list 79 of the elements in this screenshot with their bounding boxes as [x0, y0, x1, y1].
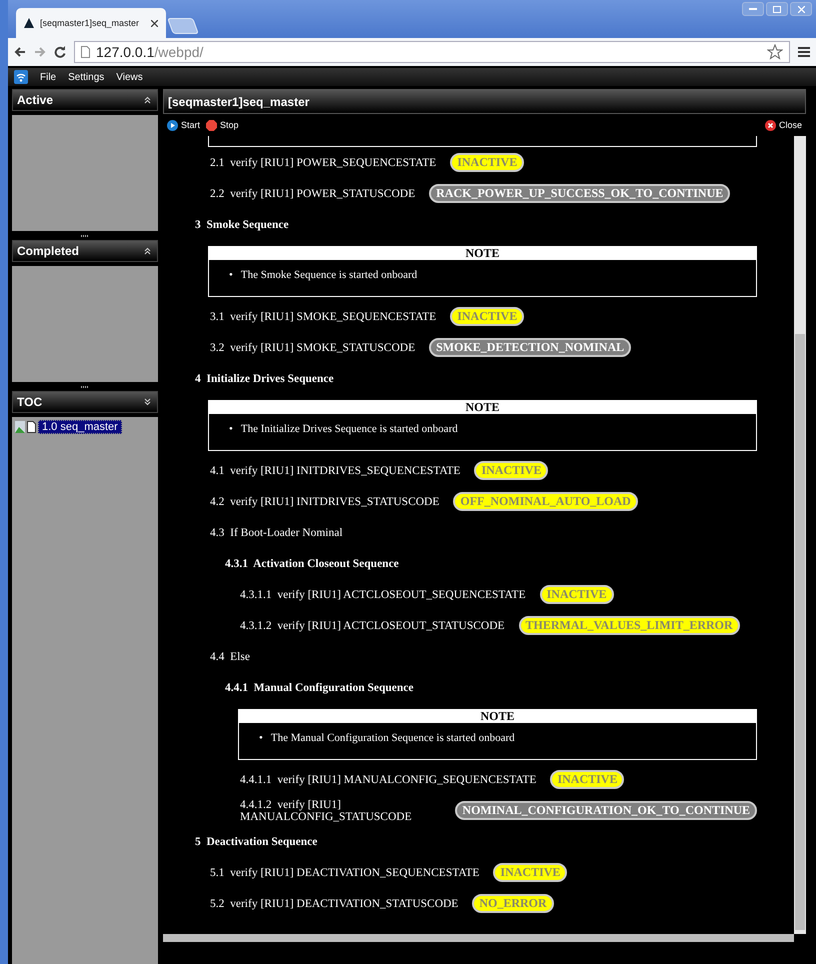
panel-title: [seqmaster1]seq_master [168, 94, 310, 108]
panel-title: TOC [17, 395, 42, 409]
maximize-icon [773, 6, 781, 12]
stop-button[interactable]: Stop [206, 120, 239, 130]
step-label: 4.4 Else [210, 650, 250, 662]
page-icon [81, 46, 90, 58]
section-heading: 5 Deactivation Sequence [195, 836, 318, 848]
play-icon [167, 120, 178, 130]
note-text: The Manual Configuration Sequence is started onboard [270, 731, 515, 745]
step-label: 5.2 verify [RIU1] DEACTIVATION_STATUSCODE [210, 898, 458, 910]
horizontal-scrollbar[interactable] [163, 934, 794, 942]
step-label: 4.4.1.2 verify [RIU1] MANUALCONFIG_STATUSCODE [240, 798, 413, 822]
chevron-up-icon[interactable] [144, 247, 151, 255]
step-label: 4.1 verify [RIU1] INITDRIVES_SEQUENCESTATE [210, 464, 460, 476]
status-badge: INACTIVE [474, 461, 548, 480]
panel-title: Completed [17, 244, 80, 258]
reload-icon[interactable] [54, 46, 66, 58]
step-label: 2.2 verify [RIU1] POWER_STATUSCODE [210, 188, 416, 200]
menu-icon[interactable] [798, 46, 810, 58]
note-text: The Smoke Sequence is started onboard [240, 268, 418, 282]
note-heading: NOTE [209, 401, 756, 414]
start-button[interactable]: Start [167, 120, 200, 130]
step-label: 4.4.1.1 verify [RIU1] MANUALCONFIG_SEQUENCESTATE [240, 774, 536, 786]
section-heading: 3 Smoke Sequence [195, 218, 289, 230]
status-badge: INACTIVE [540, 585, 614, 604]
close-icon [798, 6, 804, 12]
status-badge: INACTIVE [493, 863, 568, 882]
step-label: 3.2 verify [RIU1] SMOKE_STATUSCODE [210, 342, 416, 354]
browser-tab[interactable]: [seqmaster1]seq_master [16, 8, 166, 38]
menu-item[interactable]: File [40, 72, 56, 82]
bullet-marker: • [229, 422, 233, 436]
menu-item[interactable]: Views [116, 72, 143, 82]
close-button[interactable] [790, 2, 812, 16]
step-label: 3.1 verify [RIU1] SMOKE_SEQUENCESTATE [210, 310, 436, 322]
step-label: 4.3.1.2 verify [RIU1] ACTCLOSEOUT_STATUSCODE [240, 620, 505, 632]
chevron-down-icon[interactable] [144, 398, 151, 406]
close-icon [764, 120, 776, 130]
url-text: 127.0.0.1/webpd/ [96, 44, 204, 60]
triangle-icon [24, 18, 34, 28]
status-badge: THERMAL_VALUES_LIMIT_ERROR [518, 616, 740, 635]
status-badge: OFF_NOMINAL_AUTO_LOAD [453, 492, 638, 511]
step-label: 5.1 verify [RIU1] DEACTIVATION_SEQUENCESTATE [210, 866, 480, 878]
vertical-scrollbar[interactable] [794, 136, 806, 934]
stop-sign-icon [206, 120, 218, 130]
menu-item[interactable]: Settings [68, 72, 104, 82]
status-badge: NOMINAL_CONFIGURATION_OK_TO_CONTINUE [455, 801, 757, 820]
new-tab-button[interactable] [167, 18, 199, 34]
note-heading: NOTE [209, 247, 756, 260]
toc-item[interactable]: 1.0 seq_master [38, 420, 122, 434]
bullet-marker: • [229, 268, 233, 282]
wifi-icon [14, 70, 28, 84]
close-icon[interactable] [151, 20, 158, 26]
bullet-marker: • [259, 731, 263, 745]
document-icon [27, 421, 36, 433]
panel-title: Active [17, 93, 54, 107]
status-badge: INACTIVE [450, 307, 524, 326]
status-badge: INACTIVE [450, 153, 524, 172]
status-badge: INACTIVE [550, 770, 624, 789]
status-badge: SMOKE_DETECTION_NOMINAL [429, 338, 632, 357]
note-heading: NOTE [239, 710, 756, 723]
chevron-up-icon[interactable] [144, 96, 151, 104]
status-badge: RACK_POWER_UP_SUCCESS_OK_TO_CONTINUE [429, 184, 730, 203]
step-label: 4.2 verify [RIU1] INITDRIVES_STATUSCODE [210, 496, 440, 508]
section-heading: 4 Initialize Drives Sequence [195, 372, 334, 384]
image-icon [15, 421, 25, 433]
step-label: 4.3.1.1 verify [RIU1] ACTCLOSEOUT_SEQUENCESTATE [240, 588, 526, 600]
back-icon[interactable] [14, 46, 26, 58]
address-field[interactable]: 127.0.0.1/webpd/ [74, 41, 790, 63]
star-icon[interactable] [767, 44, 783, 60]
minimize-icon [749, 8, 757, 10]
status-badge: NO_ERROR [472, 894, 554, 913]
minimize-button[interactable] [742, 2, 764, 16]
section-heading: 4.4.1 Manual Configuration Sequence [225, 682, 414, 694]
section-heading: 4.3.1 Activation Closeout Sequence [225, 558, 399, 570]
note-text: The Initialize Drives Sequence is started onboard [240, 422, 458, 436]
step-label: 4.3 If Boot-Loader Nominal [210, 526, 343, 538]
close-button[interactable]: Close [764, 120, 802, 130]
maximize-button[interactable] [766, 2, 788, 16]
step-label: 2.1 verify [RIU1] POWER_SEQUENCESTATE [210, 156, 436, 168]
